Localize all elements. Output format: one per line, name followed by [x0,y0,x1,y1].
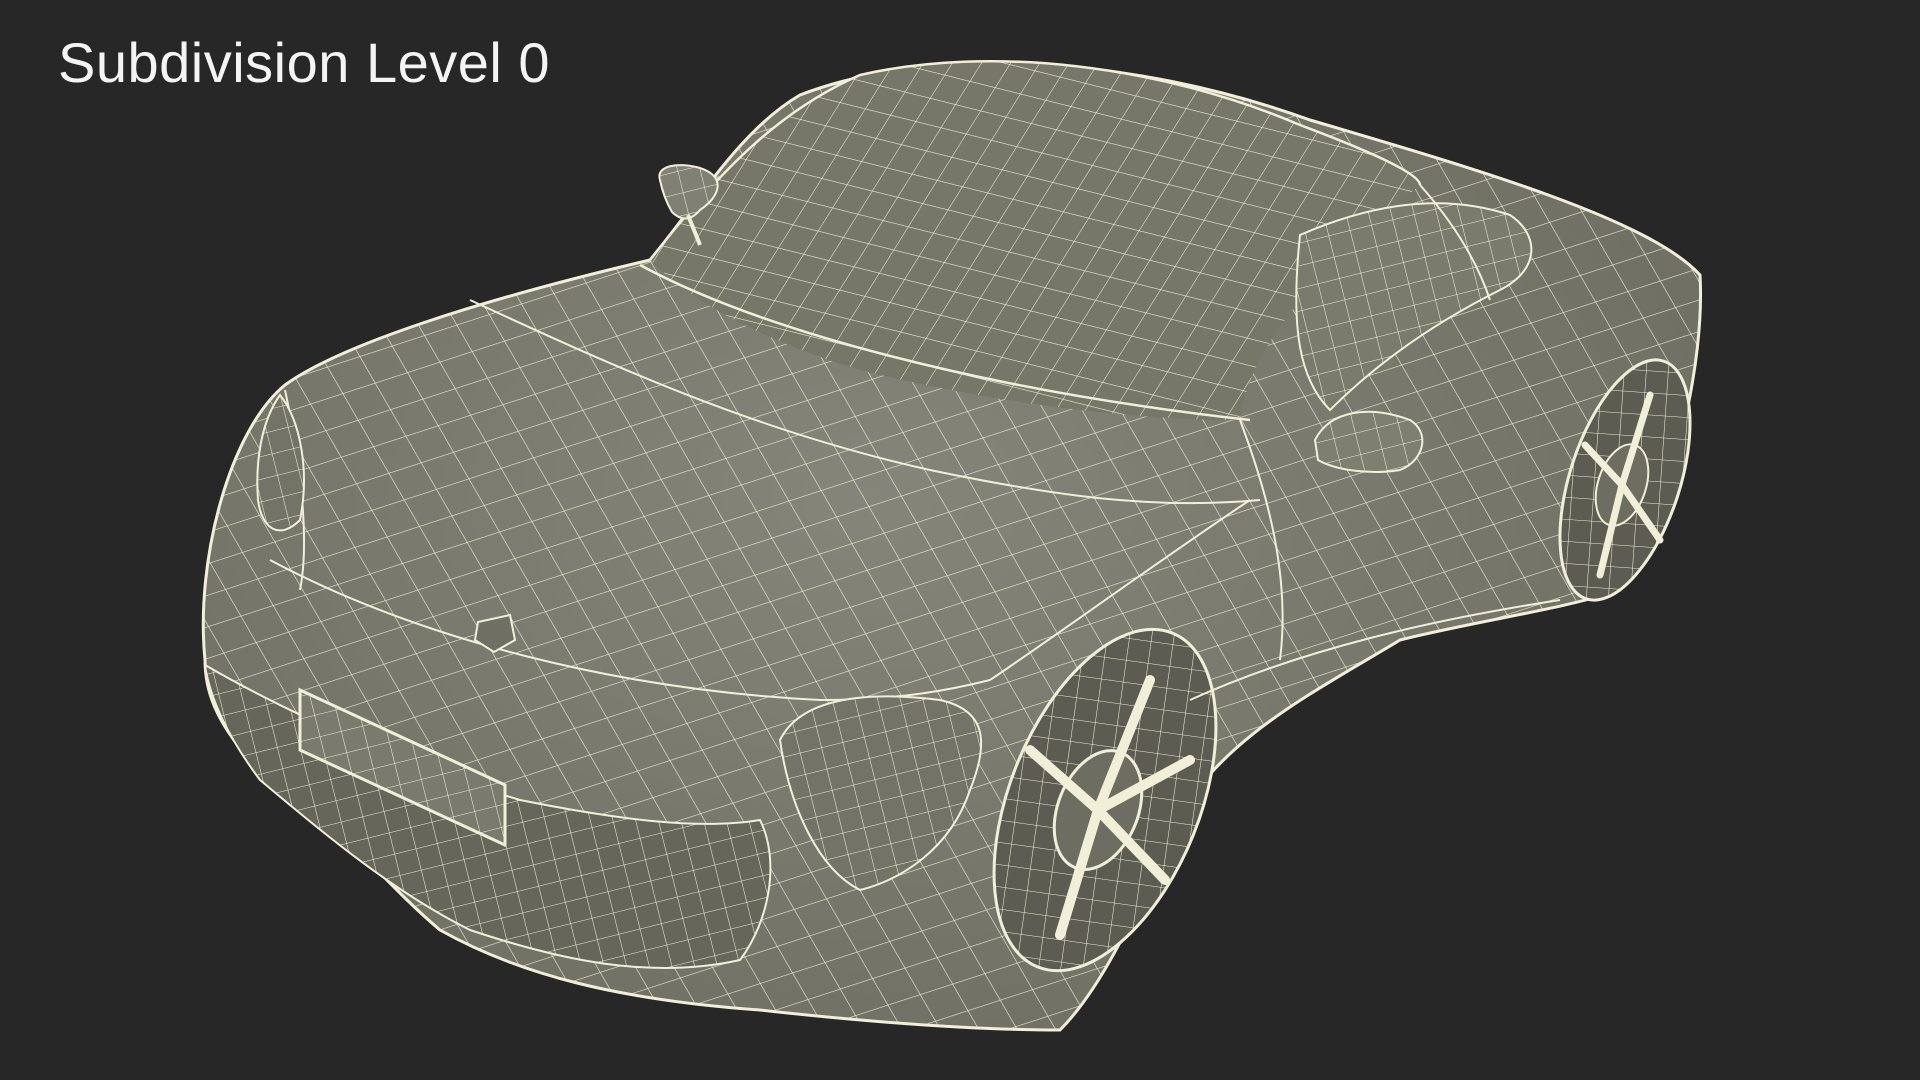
render-viewport: Subdivision Level 0 [0,0,1920,1080]
right-mirror [1313,410,1424,473]
car-wireframe-render [201,59,1703,1032]
